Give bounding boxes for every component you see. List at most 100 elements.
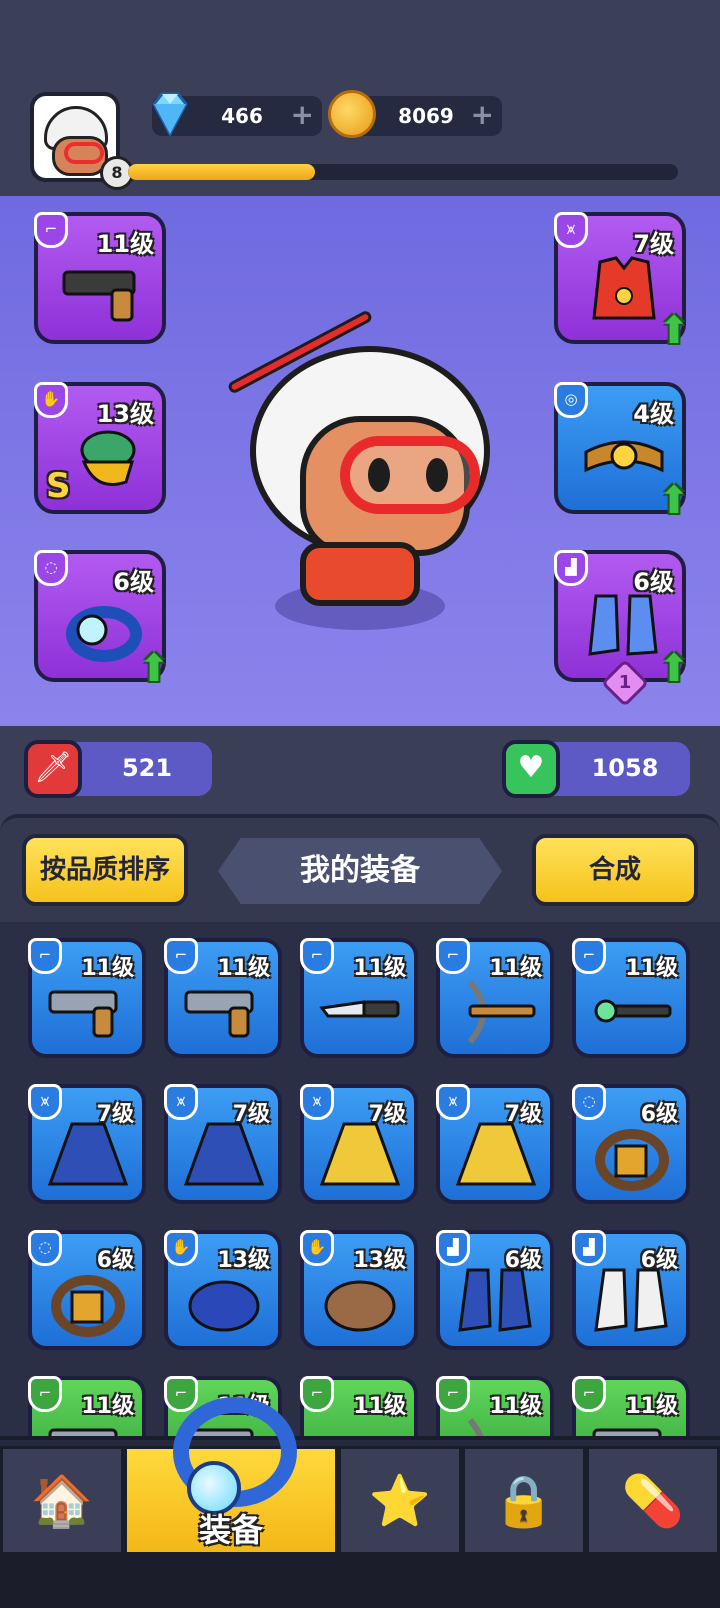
inventory-item-slot[interactable]: ◌ 6级 bbox=[572, 1084, 690, 1204]
inventory-item-slot[interactable]: ⌐ 11级 bbox=[28, 938, 146, 1058]
item-level: 11级 bbox=[489, 956, 542, 981]
ring-type-icon: ◌ bbox=[34, 550, 68, 586]
tab-capsule[interactable]: 💊 bbox=[586, 1446, 720, 1556]
add-gems-button[interactable]: + bbox=[291, 100, 314, 130]
top-bar: 8 466 + 8069 + bbox=[0, 0, 720, 196]
boots-type-icon: ▟ bbox=[572, 1230, 606, 1266]
item-level: 6级 bbox=[633, 568, 674, 596]
inventory-header: 按品质排序 我的装备 合成 bbox=[0, 832, 720, 912]
equipped-weapon-slot[interactable]: ⌐ 11级 bbox=[34, 212, 166, 344]
coin-icon bbox=[328, 90, 376, 138]
sword-icon: 🗡 bbox=[24, 740, 82, 798]
item-level: 11级 bbox=[353, 1394, 406, 1419]
inventory-item-slot[interactable]: ⌐ 11级 bbox=[436, 938, 554, 1058]
inventory-item-slot[interactable]: ◌ 6级 bbox=[28, 1230, 146, 1350]
weapon-type-icon: ⌐ bbox=[28, 938, 62, 974]
yellow-coat-icon bbox=[450, 1118, 542, 1196]
character-eye-left bbox=[368, 458, 390, 492]
weapon-type-icon: ⌐ bbox=[28, 1376, 62, 1412]
yellow-coat-icon bbox=[314, 1118, 406, 1196]
weapon-type-icon: ⌐ bbox=[164, 938, 198, 974]
tab-equipment-label: 装备 bbox=[198, 1511, 263, 1549]
equipped-ring-slot[interactable]: ◌ 6级 ⬆ bbox=[34, 550, 170, 688]
pistol-icon bbox=[56, 252, 152, 332]
character-eye-right bbox=[426, 458, 448, 492]
gem-counter: 466 + bbox=[152, 92, 322, 138]
weapon-type-icon: ⌐ bbox=[164, 1376, 198, 1412]
inventory-item-slot[interactable]: ▟ 6级 bbox=[436, 1230, 554, 1350]
inventory-item-slot[interactable]: ✋ 13级 bbox=[300, 1230, 418, 1350]
heart-icon: ♥ bbox=[502, 740, 560, 798]
grade-s-badge: S bbox=[46, 466, 71, 506]
item-level: 11级 bbox=[81, 1394, 134, 1419]
upgrade-arrow-icon: ⬆ bbox=[138, 646, 170, 690]
health-stat: ♥ 1058 bbox=[502, 740, 690, 798]
gloves-type-icon: ✋ bbox=[164, 1230, 198, 1266]
add-coins-button[interactable]: + bbox=[471, 100, 494, 130]
equipped-boots-slot[interactable]: ▟ 6级 ⬆ 1 bbox=[554, 550, 690, 708]
gloves-type-icon: ✋ bbox=[34, 382, 68, 418]
xp-bar bbox=[128, 164, 678, 180]
crossbow-icon bbox=[450, 972, 542, 1050]
wand-icon bbox=[586, 972, 678, 1050]
item-level: 11级 bbox=[625, 1394, 678, 1419]
capsule-icon: 💊 bbox=[621, 1472, 685, 1530]
item-level: 4级 bbox=[633, 400, 674, 428]
attack-stat: 🗡 521 bbox=[24, 740, 212, 798]
item-level: 6级 bbox=[640, 1102, 678, 1127]
belt-type-icon: ◎ bbox=[554, 382, 588, 418]
player-character bbox=[226, 306, 490, 636]
inventory-item-slot[interactable]: ⌐ 11级 bbox=[164, 938, 282, 1058]
inventory-item-slot[interactable]: ✋ 13级 bbox=[164, 1230, 282, 1350]
weapon-type-icon: ⌐ bbox=[34, 212, 68, 248]
weapon-type-icon: ⌐ bbox=[300, 938, 334, 974]
brown-gloves-icon bbox=[314, 1264, 406, 1342]
armor-type-icon: ⩙ bbox=[28, 1084, 62, 1120]
weapon-type-icon: ⌐ bbox=[436, 1376, 470, 1412]
inventory-item-slot[interactable]: ▟ 6级 bbox=[572, 1230, 690, 1350]
inventory-item-slot[interactable]: ⌐ 11级 bbox=[300, 938, 418, 1058]
upgrade-arrow-icon: ⬆ bbox=[658, 646, 690, 690]
weapon-type-icon: ⌐ bbox=[572, 938, 606, 974]
inventory-item-slot[interactable]: ⩙ 7级 bbox=[436, 1084, 554, 1204]
item-level: 7级 bbox=[504, 1102, 542, 1127]
coin-counter: 8069 + bbox=[328, 90, 502, 138]
armor-type-icon: ⩙ bbox=[554, 212, 588, 248]
tab-locked[interactable]: 🔒 bbox=[462, 1446, 586, 1556]
sort-by-quality-button[interactable]: 按品质排序 bbox=[22, 834, 188, 906]
gem-amount: 466 bbox=[221, 104, 263, 128]
inventory-item-slot[interactable]: ⩙ 7级 bbox=[164, 1084, 282, 1204]
tab-shop[interactable]: 🏠 bbox=[0, 1446, 124, 1556]
health-value: 1058 bbox=[591, 754, 659, 782]
item-level: 11级 bbox=[81, 956, 134, 981]
tab-skills[interactable]: ⭐ bbox=[338, 1446, 462, 1556]
blue-gloves-icon bbox=[178, 1264, 270, 1342]
coin-amount: 8069 bbox=[398, 104, 454, 128]
item-level: 7级 bbox=[633, 230, 674, 258]
upgrade-arrow-icon: ⬆ bbox=[658, 478, 690, 522]
inventory-item-slot[interactable]: ⌐ 11级 bbox=[572, 938, 690, 1058]
item-level: 13级 bbox=[96, 400, 154, 428]
lock-icon: 🔒 bbox=[492, 1472, 556, 1530]
item-level: 7级 bbox=[96, 1102, 134, 1127]
attack-value: 521 bbox=[121, 754, 173, 782]
armor-type-icon: ⩙ bbox=[436, 1084, 470, 1120]
armor-type-icon: ⩙ bbox=[300, 1084, 334, 1120]
weapon-type-icon: ⌐ bbox=[436, 938, 470, 974]
inventory-item-slot[interactable]: ⩙ 7级 bbox=[300, 1084, 418, 1204]
item-level: 11级 bbox=[217, 956, 270, 981]
armor-type-icon: ⩙ bbox=[164, 1084, 198, 1120]
inventory-title: 我的装备 bbox=[218, 838, 502, 904]
white-boots-icon bbox=[586, 1264, 678, 1342]
merge-button[interactable]: 合成 bbox=[532, 834, 698, 906]
equipped-gloves-slot[interactable]: ✋ 13级 S bbox=[34, 382, 166, 514]
ring-type-icon: ◌ bbox=[28, 1230, 62, 1266]
xp-bar-fill bbox=[128, 164, 315, 180]
equipped-armor-slot[interactable]: ⩙ 7级 ⬆ bbox=[554, 212, 690, 350]
inventory-item-slot[interactable]: ⩙ 7级 bbox=[28, 1084, 146, 1204]
equipped-belt-slot[interactable]: ◎ 4级 ⬆ bbox=[554, 382, 690, 520]
boots-type-icon: ▟ bbox=[436, 1230, 470, 1266]
tab-equipment[interactable]: 装备 bbox=[124, 1397, 338, 1556]
blue-boots-icon bbox=[450, 1264, 542, 1342]
inventory-panel: 按品质排序 我的装备 合成 ⌐ 11级 ⌐ 11级 ⌐ 11级 ⌐ 11级 ⌐ 11级 ⩙ 7级 ⩙ 7级… bbox=[0, 814, 720, 1452]
